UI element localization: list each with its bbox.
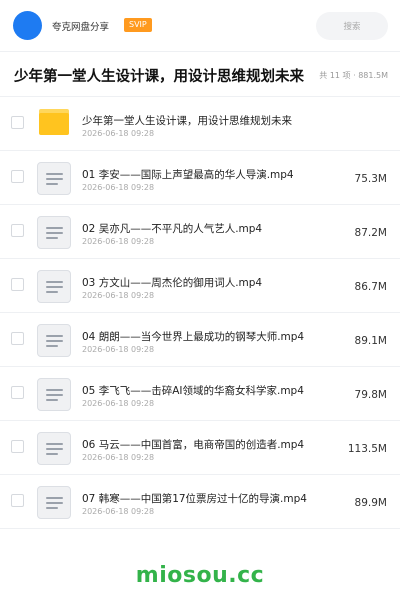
search-placeholder: 搜索 xyxy=(343,22,361,32)
file-size: 87.2M xyxy=(354,227,387,239)
search-input[interactable]: 搜索 xyxy=(316,12,388,40)
select-checkbox[interactable] xyxy=(11,224,24,237)
file-name: 03 方文山——周杰伦的御用词人.mp4 xyxy=(82,277,263,289)
file-date: 2026-06-18 09:28 xyxy=(82,345,155,354)
list-item[interactable]: 06 马云——中国首富，电商帝国的创造者.mp4 2026-06-18 09:2… xyxy=(0,421,400,475)
select-checkbox[interactable] xyxy=(11,170,24,183)
file-name: 04 朗朗——当今世界上最成功的钢琴大师.mp4 xyxy=(82,331,305,343)
file-date: 2026-06-18 09:28 xyxy=(82,507,155,516)
file-name: 01 李安——国际上声望最高的华人导演.mp4 xyxy=(82,169,294,181)
select-checkbox[interactable] xyxy=(11,386,24,399)
select-checkbox[interactable] xyxy=(11,494,24,507)
file-size: 113.5M xyxy=(347,443,387,455)
file-name: 02 吴亦凡——不平凡的人气艺人.mp4 xyxy=(82,223,263,235)
document-icon xyxy=(37,378,71,411)
share-page: 夸克网盘分享 SVIP 搜索 少年第一堂人生设计课，用设计思维规划未来 共 11… xyxy=(0,0,400,600)
file-date: 2026-06-18 09:28 xyxy=(82,237,155,246)
file-date: 2026-06-18 09:28 xyxy=(82,291,155,300)
folder-icon xyxy=(39,109,69,135)
brand-name: 夸克网盘分享 xyxy=(52,22,110,33)
list-item[interactable]: 少年第一堂人生设计课，用设计思维规划未来 2026-06-18 09:28 xyxy=(0,97,400,151)
file-list: 少年第一堂人生设计课，用设计思维规划未来 2026-06-18 09:28 01… xyxy=(0,97,400,529)
file-name: 07 韩寒——中国第17位票房过十亿的导演.mp4 xyxy=(82,493,307,505)
select-checkbox[interactable] xyxy=(11,440,24,453)
file-size: 75.3M xyxy=(354,173,387,185)
document-icon xyxy=(37,162,71,195)
document-icon xyxy=(37,432,71,465)
file-size: 86.7M xyxy=(354,281,387,293)
svip-badge[interactable]: SVIP xyxy=(124,18,152,32)
list-item[interactable]: 07 韩寒——中国第17位票房过十亿的导演.mp4 2026-06-18 09:… xyxy=(0,475,400,529)
list-item[interactable]: 05 李飞飞——击碎AI领域的华裔女科学家.mp4 2026-06-18 09:… xyxy=(0,367,400,421)
file-date: 2026-06-18 09:28 xyxy=(82,183,155,192)
select-checkbox[interactable] xyxy=(11,278,24,291)
file-size: 79.8M xyxy=(354,389,387,401)
document-icon xyxy=(37,486,71,519)
file-date: 2026-06-18 09:28 xyxy=(82,129,155,138)
file-name: 06 马云——中国首富，电商帝国的创造者.mp4 xyxy=(82,439,305,451)
document-icon xyxy=(37,216,71,249)
file-name: 05 李飞飞——击碎AI领域的华裔女科学家.mp4 xyxy=(82,385,304,397)
document-icon xyxy=(37,270,71,303)
list-item[interactable]: 03 方文山——周杰伦的御用词人.mp4 2026-06-18 09:28 86… xyxy=(0,259,400,313)
list-item[interactable]: 02 吴亦凡——不平凡的人气艺人.mp4 2026-06-18 09:28 87… xyxy=(0,205,400,259)
file-date: 2026-06-18 09:28 xyxy=(82,399,155,408)
file-date: 2026-06-18 09:28 xyxy=(82,453,155,462)
list-item[interactable]: 04 朗朗——当今世界上最成功的钢琴大师.mp4 2026-06-18 09:2… xyxy=(0,313,400,367)
document-icon xyxy=(37,324,71,357)
watermark: miosou.cc xyxy=(135,563,265,588)
file-count-size: 共 11 项 · 881.5M xyxy=(319,71,388,80)
file-size: 89.1M xyxy=(354,335,387,347)
file-size: 89.9M xyxy=(354,497,387,509)
app-logo xyxy=(13,11,42,40)
title-bar: 少年第一堂人生设计课，用设计思维规划未来 共 11 项 · 881.5M xyxy=(0,53,400,97)
header: 夸克网盘分享 SVIP 搜索 xyxy=(0,0,400,52)
select-checkbox[interactable] xyxy=(11,116,24,129)
list-item[interactable]: 01 李安——国际上声望最高的华人导演.mp4 2026-06-18 09:28… xyxy=(0,151,400,205)
page-title: 少年第一堂人生设计课，用设计思维规划未来 xyxy=(14,69,304,85)
file-name: 少年第一堂人生设计课，用设计思维规划未来 xyxy=(82,115,292,127)
select-checkbox[interactable] xyxy=(11,332,24,345)
